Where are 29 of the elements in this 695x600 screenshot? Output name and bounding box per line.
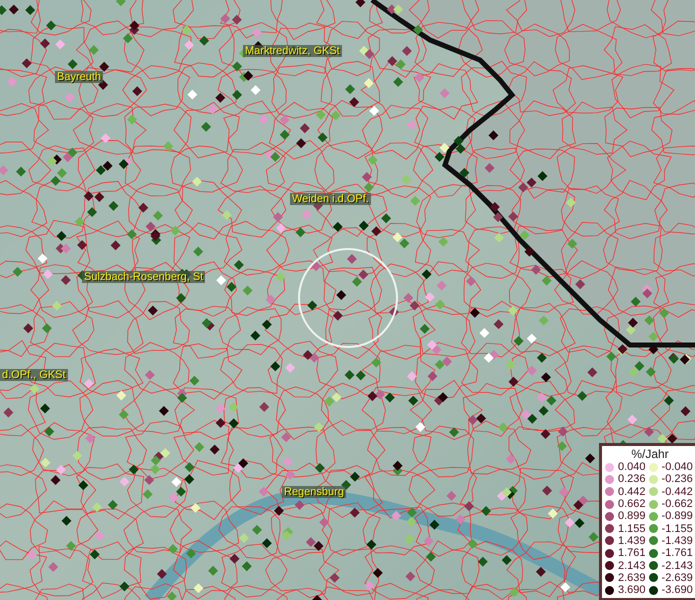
legend-value: 1.155 (618, 522, 646, 535)
legend-value: -0.442 (662, 486, 693, 498)
legend-value: -1.761 (662, 547, 693, 560)
legend-value: -0.899 (662, 510, 693, 522)
place-label: Weiden i.d.OPf. (290, 193, 371, 205)
legend-value: 1.761 (618, 547, 646, 560)
place-label: d.OPf., GKSt (0, 369, 68, 381)
place-label: Regensburg (282, 486, 346, 498)
legend-value: 1.439 (618, 534, 646, 547)
place-label: Bayreuth (55, 71, 104, 83)
legend-value: 0.040 (618, 461, 646, 474)
legend-value: -1.155 (662, 522, 693, 535)
legend-value: 0.236 (618, 473, 646, 486)
legend-value: -0.236 (662, 473, 693, 486)
legend-value: 2.143 (618, 560, 646, 572)
legend-title: %/Jahr (630, 447, 670, 461)
place-label: Sulzbach-Rosenberg, St (82, 271, 206, 283)
legend-value: 0.442 (618, 486, 646, 498)
legend-value: 0.899 (618, 510, 646, 522)
legend-value: 0.662 (618, 498, 646, 510)
legend-value: -2.639 (662, 572, 693, 584)
legend-value: -0.040 (662, 461, 693, 474)
legend-value: -0.662 (662, 498, 693, 510)
legend-value: 3.690 (618, 584, 646, 596)
legend-value: -1.439 (662, 534, 693, 547)
legend-value: 2.639 (618, 572, 646, 584)
legend-value: -2.143 (662, 560, 693, 572)
place-label: Marktredwitz, GKSt (243, 45, 342, 57)
legend-value: -3.690 (662, 584, 693, 596)
